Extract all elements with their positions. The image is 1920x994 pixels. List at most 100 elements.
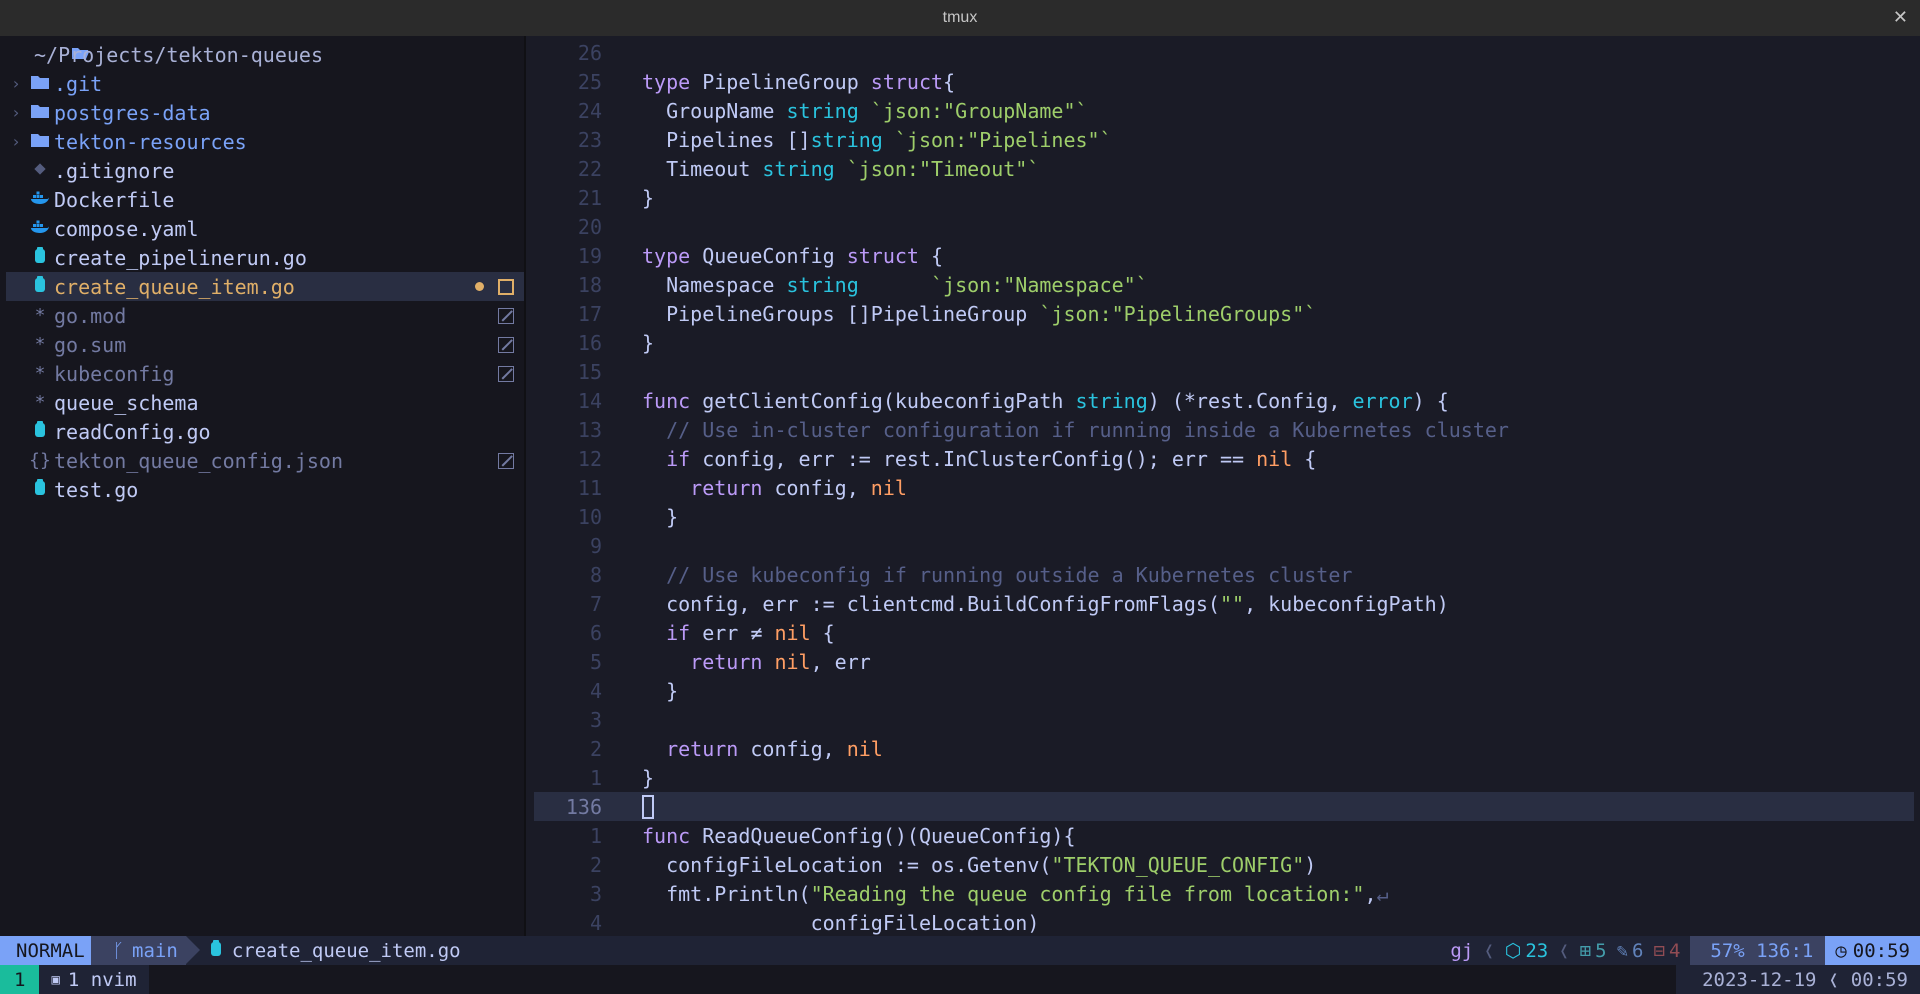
tree-item[interactable]: create_pipelinerun.go bbox=[6, 243, 524, 272]
lsp-count: 23 bbox=[1525, 939, 1549, 962]
code-line[interactable]: 4 configFileLocation) bbox=[534, 908, 1914, 936]
tree-item[interactable]: › .git bbox=[6, 69, 524, 98]
code-token: "" bbox=[1219, 591, 1245, 616]
chevron-right-icon[interactable]: › bbox=[6, 132, 26, 151]
code-line[interactable]: 10 } bbox=[534, 502, 1914, 531]
code-token: GroupName bbox=[642, 98, 787, 123]
code-text: return config, nil bbox=[642, 476, 907, 500]
code-token: Pipelines [] bbox=[642, 127, 811, 152]
tree-item[interactable]: › tekton-resources bbox=[6, 127, 524, 156]
tree-item-label: tekton_queue_config.json bbox=[54, 448, 343, 473]
code-line[interactable]: 14 func getClientConfig(kubeconfigPath st… bbox=[534, 386, 1914, 415]
separator-icon: ❬ bbox=[1483, 939, 1495, 962]
code-line[interactable]: 26 bbox=[534, 38, 1914, 67]
line-number: 25 bbox=[577, 69, 602, 94]
tree-item[interactable]: * queue_schema bbox=[6, 388, 524, 417]
code-line[interactable]: 3 fmt.Println("Reading the queue config … bbox=[534, 879, 1914, 908]
code-text: Namespace string `json:"Namespace"` bbox=[642, 273, 1148, 297]
line-number: 3 bbox=[589, 707, 602, 732]
tree-item-label: queue_schema bbox=[54, 390, 199, 415]
git-ignored-icon bbox=[498, 452, 514, 469]
statusline: NORMAL ᚴ main create_queue_item.go gj ❬ … bbox=[0, 936, 1920, 965]
line-number: 6 bbox=[589, 620, 602, 645]
tree-item[interactable]: Dockerfile bbox=[6, 185, 524, 214]
code-token: string bbox=[762, 156, 835, 181]
code-line[interactable]: 2 configFileLocation := os.Getenv("TEKTO… bbox=[534, 850, 1914, 879]
tree-item[interactable]: * go.sum bbox=[6, 330, 524, 359]
folder-icon bbox=[26, 73, 54, 94]
code-token: fmt.Println( bbox=[642, 881, 811, 906]
line-number: 8 bbox=[589, 562, 602, 587]
code-line[interactable]: 6 if err ≠ nil { bbox=[534, 618, 1914, 647]
go-file-icon bbox=[26, 420, 54, 443]
code-line[interactable]: 11 return config, nil bbox=[534, 473, 1914, 502]
tree-item[interactable]: test.go bbox=[6, 475, 524, 504]
code-line[interactable]: 4 } bbox=[534, 676, 1914, 705]
code-line[interactable]: 1} bbox=[534, 763, 1914, 792]
code-line[interactable]: 1 func ReadQueueConfig()(QueueConfig){ bbox=[534, 821, 1914, 850]
branch-name: main bbox=[132, 939, 178, 962]
code-line[interactable]: 18 Namespace string `json:"Namespace"` bbox=[534, 270, 1914, 299]
tree-item[interactable]: readConfig.go bbox=[6, 417, 524, 446]
code-line[interactable]: 5 return nil, err bbox=[534, 647, 1914, 676]
tmux-window-name: 1 nvim bbox=[67, 968, 137, 991]
tree-item[interactable]: create_queue_item.go bbox=[6, 272, 524, 301]
code-line[interactable]: 17 PipelineGroups []PipelineGroup `json:… bbox=[534, 299, 1914, 328]
code-line[interactable]: 12 if config, err := rest.InClusterConfi… bbox=[534, 444, 1914, 473]
code-token: `json:"Namespace"` bbox=[931, 272, 1148, 297]
code-line[interactable]: 22 Timeout string `json:"Timeout"` bbox=[534, 154, 1914, 183]
tmux-window-index[interactable]: 1 bbox=[0, 965, 40, 994]
code-token: nil bbox=[1256, 446, 1293, 471]
code-line[interactable]: 8 // Use kubeconfig if running outside a… bbox=[534, 560, 1914, 589]
code-line[interactable]: 2 return config, nil bbox=[534, 734, 1914, 763]
chevron-right-icon[interactable]: › bbox=[6, 103, 26, 122]
code-line[interactable]: 25 type PipelineGroup struct{ bbox=[534, 67, 1914, 96]
minus-box-icon: ⊟ bbox=[1653, 939, 1665, 962]
git-ignored-icon bbox=[498, 307, 514, 324]
tree-item-label: tekton-resources bbox=[54, 129, 247, 154]
tree-item[interactable]: compose.yaml bbox=[6, 214, 524, 243]
git-branch: ᚴ main bbox=[90, 936, 201, 965]
code-token: "Reading the queue config file from loca… bbox=[810, 881, 1365, 906]
tree-item-status bbox=[498, 365, 514, 382]
code-token: ) bbox=[1304, 852, 1317, 877]
chevron-right-icon[interactable]: › bbox=[6, 74, 26, 93]
close-icon[interactable]: ✕ bbox=[1893, 7, 1908, 28]
code-line[interactable]: 136 bbox=[534, 792, 1914, 821]
code-line[interactable]: 16} bbox=[534, 328, 1914, 357]
tree-item[interactable]: {} tekton_queue_config.json bbox=[6, 446, 524, 475]
code-token: ) (*rest.Config, bbox=[1147, 388, 1353, 413]
go-file-icon bbox=[210, 939, 222, 962]
code-text: type PipelineGroup struct{ bbox=[642, 70, 955, 94]
code-line[interactable]: 20 bbox=[534, 212, 1914, 241]
code-line[interactable]: 21} bbox=[534, 183, 1914, 212]
code-token: nil bbox=[774, 620, 811, 645]
code-line[interactable]: 7 config, err := clientcmd.BuildConfigFr… bbox=[534, 589, 1914, 618]
statusline-clock: ◷ 00:59 bbox=[1825, 936, 1920, 965]
code-line[interactable]: 9 bbox=[534, 531, 1914, 560]
tree-item[interactable]: › postgres-data bbox=[6, 98, 524, 127]
tree-item[interactable]: .gitignore bbox=[6, 156, 524, 185]
code-line[interactable]: 15 bbox=[534, 357, 1914, 386]
code-line[interactable]: 13 // Use in-cluster configuration if ru… bbox=[534, 415, 1914, 444]
code-text: configFileLocation) bbox=[642, 911, 1040, 935]
tmux-window-tab[interactable]: ▣ 1 nvim bbox=[39, 965, 149, 994]
code-token: getClientConfig(kubeconfigPath bbox=[690, 388, 1076, 413]
code-token: nil bbox=[774, 649, 811, 674]
pencil-icon: ✎ bbox=[1616, 939, 1629, 962]
code-line[interactable]: 24 GroupName string `json:"GroupName"` bbox=[534, 96, 1914, 125]
code-line[interactable]: 3 bbox=[534, 705, 1914, 734]
tree-item[interactable]: * go.mod bbox=[6, 301, 524, 330]
code-token: if bbox=[666, 620, 691, 645]
plus-box-icon: ⊞ bbox=[1579, 939, 1592, 962]
tree-item[interactable]: * kubeconfig bbox=[6, 359, 524, 388]
code-text: } bbox=[642, 505, 678, 529]
code-editor[interactable]: 26 25 type PipelineGroup struct{24 GroupNa… bbox=[534, 36, 1920, 936]
tree-item-label: readConfig.go bbox=[54, 419, 211, 444]
tree-root[interactable]: ~/Projects/tekton-queues bbox=[6, 40, 524, 69]
code-line[interactable]: 23 Pipelines []string `json:"Pipelines"` bbox=[534, 125, 1914, 154]
code-line[interactable]: 19 type QueueConfig struct { bbox=[534, 241, 1914, 270]
line-number: 16 bbox=[577, 330, 602, 355]
code-token: `json:"GroupName"` bbox=[870, 98, 1088, 123]
line-number: 136 bbox=[565, 794, 602, 819]
